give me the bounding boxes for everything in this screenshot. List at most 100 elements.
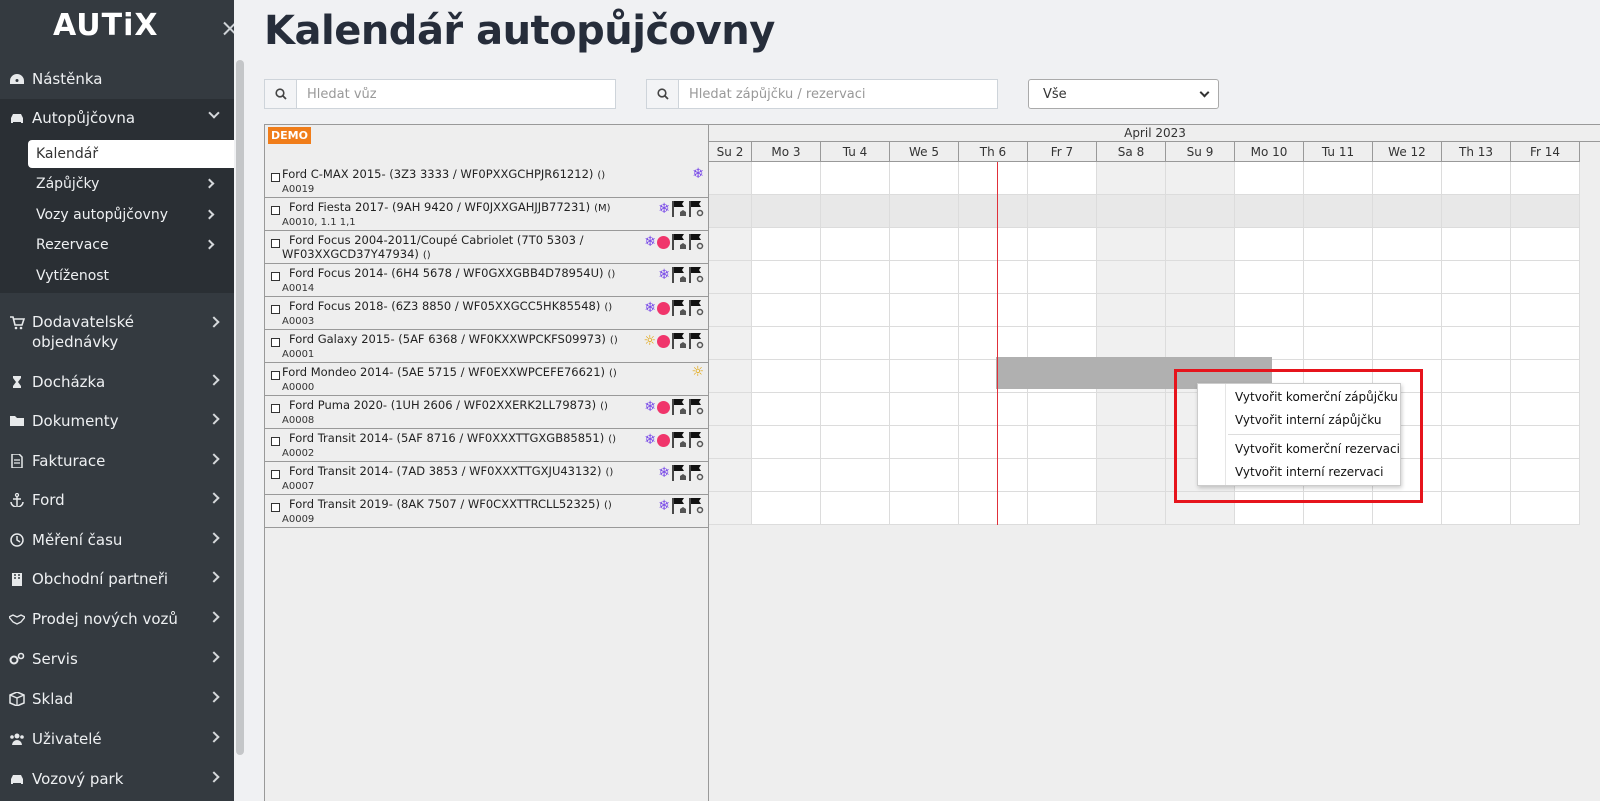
calendar-cell[interactable] (1028, 294, 1097, 327)
calendar-cell[interactable] (821, 261, 890, 294)
calendar-cell[interactable] (1028, 228, 1097, 261)
car-checkbox[interactable] (271, 173, 280, 182)
calendar-cell[interactable] (752, 492, 821, 525)
sidebar-subitem-zapujcky[interactable]: Zápůjčky (28, 170, 234, 198)
car-name[interactable]: Ford Transit 2019- (8AK 7507 / WF0CXXTTR… (289, 497, 612, 511)
calendar-cell[interactable] (709, 261, 752, 294)
calendar-cell[interactable] (1442, 327, 1511, 360)
calendar-cell[interactable] (821, 294, 890, 327)
calendar-cell[interactable] (959, 327, 1028, 360)
calendar-cell[interactable] (959, 228, 1028, 261)
car-checkbox[interactable] (271, 437, 280, 446)
calendar-cell[interactable] (1097, 195, 1166, 228)
calendar-cell[interactable] (1097, 393, 1166, 426)
calendar-cell[interactable] (959, 426, 1028, 459)
calendar-cell[interactable] (709, 393, 752, 426)
calendar-cell[interactable] (959, 195, 1028, 228)
loan-search-input[interactable] (679, 81, 959, 107)
calendar-cell[interactable] (1028, 492, 1097, 525)
calendar-cell[interactable] (821, 459, 890, 492)
calendar-cell[interactable] (890, 261, 959, 294)
calendar-cell[interactable] (1304, 261, 1373, 294)
calendar-cell[interactable] (890, 360, 959, 393)
car-row[interactable]: Ford Focus 2004-2011/Coupé Cabriolet (7T… (265, 231, 708, 264)
calendar-cell[interactable] (1442, 459, 1511, 492)
calendar-cell[interactable] (1166, 162, 1235, 195)
sidebar-item-mereni-casu[interactable]: Měření času (0, 521, 234, 559)
calendar-cell[interactable] (752, 228, 821, 261)
calendar-cell[interactable] (1235, 228, 1304, 261)
calendar-cell[interactable] (1442, 228, 1511, 261)
calendar-cell[interactable] (752, 327, 821, 360)
calendar-cell[interactable] (1028, 327, 1097, 360)
calendar-cell[interactable] (1373, 261, 1442, 294)
calendar-cell[interactable] (1373, 162, 1442, 195)
sidebar-item-vozovy-park[interactable]: Vozový park (0, 760, 234, 798)
car-name[interactable]: Ford Fiesta 2017- (9AH 9420 / WF0JXXGAHJ… (289, 200, 611, 214)
calendar-cell[interactable] (1235, 327, 1304, 360)
sidebar-item-obchodni-partneri[interactable]: Obchodní partneři (0, 560, 234, 598)
calendar-cell[interactable] (1235, 195, 1304, 228)
calendar-cell[interactable] (1097, 327, 1166, 360)
calendar-cell[interactable] (959, 459, 1028, 492)
calendar-cell[interactable] (1097, 162, 1166, 195)
calendar-cell[interactable] (1511, 360, 1580, 393)
car-name[interactable]: Ford Puma 2020- (1UH 2606 / WF02XXERK2LL… (289, 398, 608, 412)
calendar-cell[interactable] (1097, 294, 1166, 327)
calendar-cell[interactable] (1028, 393, 1097, 426)
calendar-cell[interactable] (709, 228, 752, 261)
calendar-cell[interactable] (890, 228, 959, 261)
calendar-cell[interactable] (709, 360, 752, 393)
calendar-cell[interactable] (890, 162, 959, 195)
car-checkbox[interactable] (271, 503, 280, 512)
calendar-cell[interactable] (1097, 492, 1166, 525)
calendar-cell[interactable] (1304, 162, 1373, 195)
car-row[interactable]: Ford Transit 2014- (5AF 8716 / WF0XXXTTG… (265, 429, 708, 462)
calendar-cell[interactable] (1097, 228, 1166, 261)
calendar-cell[interactable] (1511, 327, 1580, 360)
calendar-cell[interactable] (821, 195, 890, 228)
calendar-cell[interactable] (709, 327, 752, 360)
calendar-cell[interactable] (1235, 261, 1304, 294)
car-row[interactable]: Ford Puma 2020- (1UH 2606 / WF02XXERK2LL… (265, 396, 708, 429)
car-checkbox[interactable] (271, 338, 280, 347)
calendar-cell[interactable] (752, 426, 821, 459)
calendar-cell[interactable] (1442, 426, 1511, 459)
sidebar-scrollbar[interactable] (236, 60, 244, 755)
calendar-cell[interactable] (959, 261, 1028, 294)
car-row[interactable]: Ford Transit 2019- (8AK 7507 / WF0CXXTTR… (265, 495, 708, 528)
calendar-cell[interactable] (1511, 228, 1580, 261)
calendar-cell[interactable] (1442, 162, 1511, 195)
calendar-cell[interactable] (1028, 162, 1097, 195)
calendar-cell[interactable] (1511, 426, 1580, 459)
calendar-cell[interactable] (890, 459, 959, 492)
calendar-cell[interactable] (1442, 261, 1511, 294)
calendar-cell[interactable] (1511, 162, 1580, 195)
calendar-cell[interactable] (821, 393, 890, 426)
calendar-cell[interactable] (752, 393, 821, 426)
calendar-cell[interactable] (890, 426, 959, 459)
car-checkbox[interactable] (271, 239, 280, 248)
calendar-cell[interactable] (1373, 228, 1442, 261)
car-name[interactable]: Ford Transit 2014- (7AD 3853 / WF0XXXTTG… (289, 464, 613, 478)
calendar-cell[interactable] (1304, 294, 1373, 327)
calendar-cell[interactable] (1097, 426, 1166, 459)
calendar-cell[interactable] (1373, 195, 1442, 228)
calendar-cell[interactable] (752, 195, 821, 228)
calendar-cell[interactable] (1028, 261, 1097, 294)
calendar-cell[interactable] (890, 294, 959, 327)
calendar-cell[interactable] (821, 162, 890, 195)
sidebar-item-ford[interactable]: Ford (0, 481, 234, 519)
sidebar-item-nastenka[interactable]: Nástěnka (0, 60, 234, 98)
calendar-cell[interactable] (821, 360, 890, 393)
calendar-cell[interactable] (1166, 261, 1235, 294)
calendar-cell[interactable] (752, 294, 821, 327)
calendar-cell[interactable] (890, 492, 959, 525)
calendar-cell[interactable] (709, 195, 752, 228)
sidebar-subitem-vozy[interactable]: Vozy autopůjčovny (28, 201, 234, 229)
calendar-cell[interactable] (1097, 261, 1166, 294)
car-name[interactable]: Ford Transit 2014- (5AF 8716 / WF0XXXTTG… (289, 431, 616, 445)
calendar-cell[interactable] (959, 162, 1028, 195)
calendar-cell[interactable] (752, 261, 821, 294)
car-name[interactable]: Ford Mondeo 2014- (5AE 5715 / WF0EXXWPCE… (282, 365, 617, 379)
